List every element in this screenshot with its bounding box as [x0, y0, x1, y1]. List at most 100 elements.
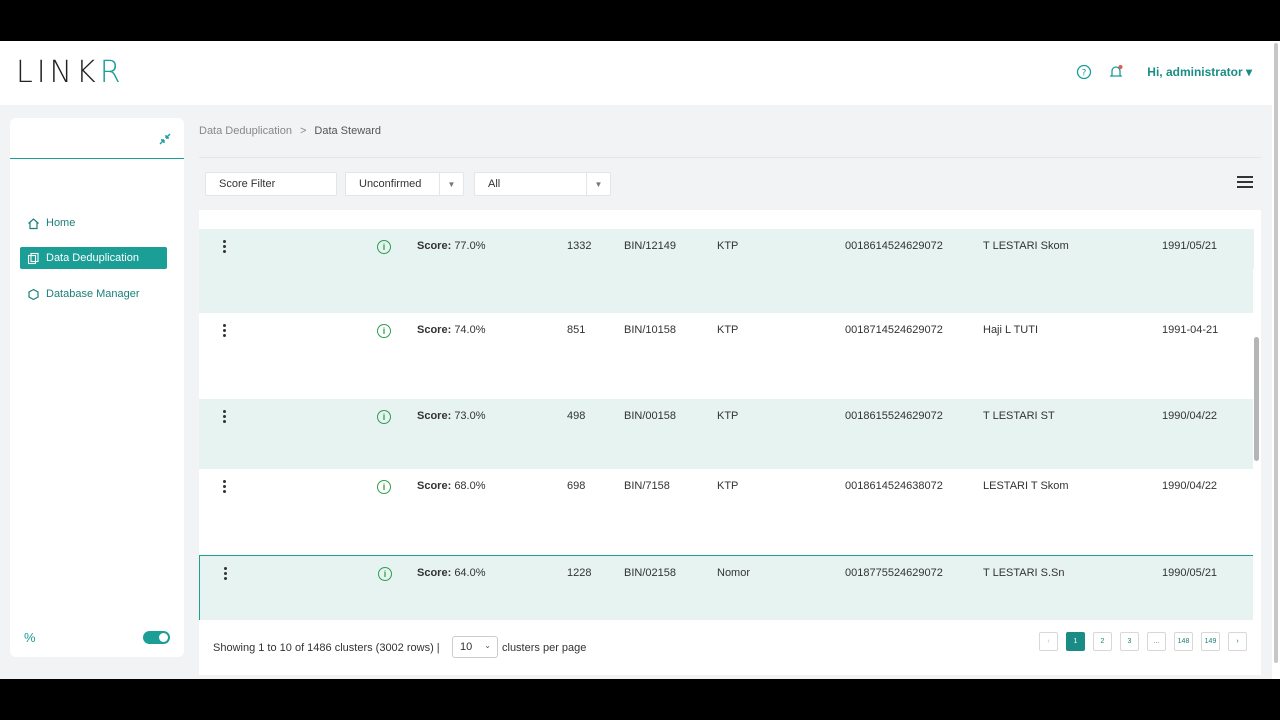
- page-button-149[interactable]: 149: [1201, 632, 1220, 651]
- sidebar-item-label: Home: [46, 217, 76, 229]
- score-cell: Score: 77.0%: [417, 240, 486, 252]
- pagination: ‹ 1 2 3 ... 148 149 ›: [1039, 632, 1247, 651]
- bell-icon[interactable]: [1107, 63, 1125, 81]
- table-row[interactable]: i Score: 68.0% 698 BIN/7158 KTP 00186145…: [199, 469, 1254, 555]
- database-icon: [26, 287, 40, 301]
- doc-type-cell: Nomor: [717, 567, 751, 579]
- app-window: LINKR ? Hi, administrator ▾ Home Data De…: [0, 41, 1280, 679]
- info-icon[interactable]: i: [377, 240, 391, 254]
- table-row[interactable]: i Score: 73.0% 498 BIN/00158 KTP 0018615…: [199, 399, 1254, 469]
- breadcrumb: Data Deduplication > Data Steward: [199, 125, 381, 137]
- id-number-cell: 0018614524638072: [845, 480, 943, 492]
- page-button-1[interactable]: 1: [1066, 632, 1085, 651]
- theme-toggle[interactable]: [143, 631, 170, 644]
- sidebar-item-label: Data Deduplication: [46, 252, 139, 264]
- date-cell: 1990/04/22: [1162, 410, 1218, 422]
- id-number-cell: 0018614524629072: [845, 240, 943, 252]
- per-page-value: 10: [460, 641, 473, 653]
- percent-icon[interactable]: %: [24, 630, 36, 645]
- prev-page-button[interactable]: ‹: [1039, 632, 1058, 651]
- doc-type-cell: KTP: [717, 480, 739, 492]
- row-actions-icon[interactable]: [224, 567, 228, 582]
- name-cell: T LESTARI Skom: [983, 240, 1069, 252]
- score-filter-label: Score Filter: [219, 178, 276, 190]
- doc-type-cell: KTP: [717, 324, 739, 336]
- row-actions-icon[interactable]: [223, 480, 227, 495]
- date-cell: 1991-04-21: [1162, 324, 1219, 336]
- logo-text: LINK: [16, 55, 100, 90]
- sidebar-item-home[interactable]: Home: [20, 212, 167, 234]
- table-vertical-scrollbar[interactable]: [1253, 269, 1261, 620]
- breadcrumb-current: Data Steward: [314, 125, 382, 137]
- filter-bar: Score Filter Unconfirmed ▼ All ▼: [199, 166, 1261, 202]
- linkr-logo[interactable]: LINKR: [16, 55, 125, 90]
- info-icon[interactable]: i: [377, 480, 391, 494]
- bin-cell: BIN/00158: [624, 410, 676, 422]
- scope-select-value: All: [488, 178, 501, 190]
- count-cell: 698: [567, 480, 586, 492]
- per-page-select[interactable]: 10 ⌄: [452, 636, 498, 658]
- collapse-arrows-icon[interactable]: [158, 132, 172, 149]
- per-page-label: clusters per page: [502, 642, 587, 654]
- id-number-cell: 0018615524629072: [845, 410, 943, 422]
- table-vertical-scrollbar-thumb[interactable]: [1254, 337, 1259, 461]
- chevron-down-icon[interactable]: ▼: [586, 173, 610, 195]
- id-number-cell: 0018775524629072: [845, 567, 943, 579]
- help-chat-icon[interactable]: ?: [1075, 63, 1093, 81]
- id-number-cell: 0018714524629072: [845, 324, 943, 336]
- table-row[interactable]: i Score: 74.0% 851 BIN/10158 KTP 0018714…: [199, 313, 1254, 399]
- table-row-selected[interactable]: i Score: 64.0% 1228 BIN/02158 Nomor 0018…: [199, 555, 1254, 620]
- status-select[interactable]: Unconfirmed ▼: [345, 172, 464, 196]
- user-greeting: Hi, administrator: [1147, 65, 1243, 79]
- sidebar-item-label: Database Manager: [46, 288, 140, 300]
- doc-type-cell: KTP: [717, 410, 739, 422]
- count-cell: 851: [567, 324, 586, 336]
- date-cell: 1991/05/21: [1162, 240, 1218, 252]
- score-cell: Score: 74.0%: [417, 324, 486, 336]
- score-cell: Score: 64.0%: [417, 567, 486, 579]
- scope-select[interactable]: All ▼: [474, 172, 611, 196]
- name-cell: LESTARI T Skom: [983, 480, 1069, 492]
- logo-accent: R: [99, 55, 125, 90]
- sidebar-item-database-manager[interactable]: Database Manager: [20, 283, 167, 305]
- page-scrollbar[interactable]: [1272, 41, 1280, 679]
- next-page-button[interactable]: ›: [1228, 632, 1247, 651]
- sidebar-divider: [10, 158, 184, 159]
- row-actions-icon[interactable]: [223, 410, 227, 425]
- page-button-2[interactable]: 2: [1093, 632, 1112, 651]
- hamburger-menu-icon[interactable]: [1237, 176, 1253, 190]
- score-cell: Score: 73.0%: [417, 410, 486, 422]
- page-ellipsis: ...: [1147, 632, 1166, 651]
- breadcrumb-separator: >: [299, 125, 307, 137]
- table-row[interactable]: i Score: 77.0% 1332 BIN/12149 KTP 001861…: [199, 229, 1254, 313]
- info-icon[interactable]: i: [378, 567, 392, 581]
- bin-cell: BIN/12149: [624, 240, 676, 252]
- count-cell: 498: [567, 410, 586, 422]
- row-actions-icon[interactable]: [223, 324, 227, 339]
- name-cell: T LESTARI S.Sn: [983, 567, 1065, 579]
- copy-icon: [26, 251, 40, 265]
- chevron-down-icon: ⌄: [484, 641, 491, 650]
- user-menu[interactable]: Hi, administrator ▾: [1147, 65, 1252, 79]
- info-icon[interactable]: i: [377, 410, 391, 424]
- doc-type-cell: KTP: [717, 240, 739, 252]
- row-actions-icon[interactable]: [223, 240, 227, 255]
- page-button-148[interactable]: 148: [1174, 632, 1193, 651]
- breadcrumb-parent[interactable]: Data Deduplication: [199, 125, 292, 137]
- top-actions: ? Hi, administrator ▾: [1075, 63, 1252, 81]
- showing-summary: Showing 1 to 10 of 1486 clusters (3002 r…: [213, 642, 440, 654]
- score-filter-input[interactable]: Score Filter: [205, 172, 337, 196]
- info-icon[interactable]: i: [377, 324, 391, 338]
- cluster-table: i Score: 77.0% 1332 BIN/12149 KTP 001861…: [199, 210, 1261, 620]
- date-cell: 1990/05/21: [1162, 567, 1218, 579]
- page-button-3[interactable]: 3: [1120, 632, 1139, 651]
- bin-cell: BIN/02158: [624, 567, 676, 579]
- sidebar-item-data-deduplication[interactable]: Data Deduplication: [20, 247, 167, 269]
- breadcrumb-divider: [199, 157, 1261, 158]
- page-scrollbar-thumb[interactable]: [1274, 43, 1278, 663]
- count-cell: 1332: [567, 240, 592, 252]
- bin-cell: BIN/7158: [624, 480, 670, 492]
- home-icon: [26, 216, 40, 230]
- chevron-down-icon[interactable]: ▼: [439, 173, 463, 195]
- count-cell: 1228: [567, 567, 592, 579]
